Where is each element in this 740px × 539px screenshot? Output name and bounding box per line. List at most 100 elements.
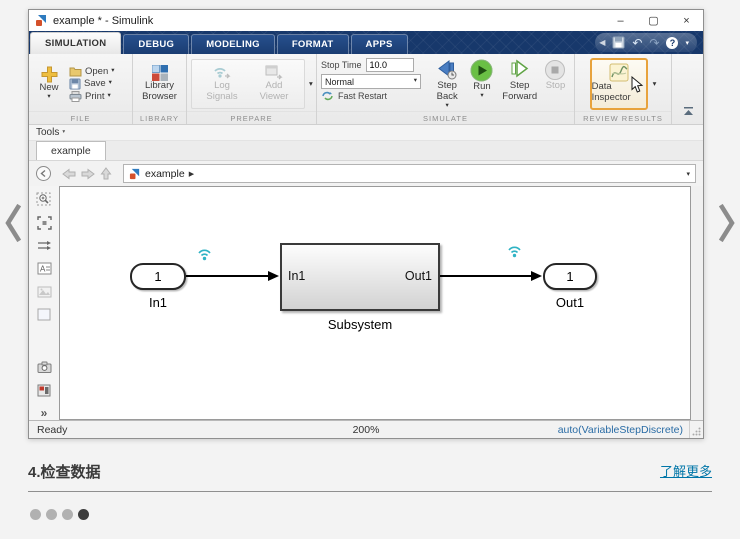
step-forward-button[interactable]: Step Forward: [498, 58, 541, 104]
ribbon-group-file: New ▾ Open ▾ Save ▾ Print ▾ FILE: [29, 54, 133, 124]
area-box-icon[interactable]: [36, 308, 53, 322]
window-controls: – ▢ ×: [604, 10, 703, 31]
fit-to-view-icon[interactable]: [36, 216, 53, 230]
stop-time-label: Stop Time: [321, 60, 362, 70]
save-button[interactable]: Save ▾: [67, 77, 117, 90]
inport-block-label[interactable]: In1: [118, 295, 198, 310]
simulink-window: example * - Simulink – ▢ × SIMULATION DE…: [28, 9, 704, 439]
outport-block[interactable]: 1: [543, 263, 597, 290]
tools-menu-row: Tools ▾: [29, 125, 703, 141]
help-icon[interactable]: ?: [666, 36, 679, 49]
review-gallery-caret-icon[interactable]: ▾: [653, 80, 657, 88]
open-button[interactable]: Open ▾: [67, 66, 117, 77]
subsystem-outport-label: Out1: [404, 269, 432, 283]
collapse-ribbon-button[interactable]: [683, 103, 694, 121]
step-back-icon: [438, 60, 457, 80]
model-browser-toggle-button[interactable]: [36, 166, 51, 181]
carousel-prev-button[interactable]: [1, 198, 25, 248]
signal-line-1[interactable]: [186, 275, 270, 277]
group-label-library: LIBRARY: [133, 111, 186, 124]
stop-time-input[interactable]: [365, 58, 414, 72]
browser-toggle-icon: [40, 169, 46, 178]
library-browser-button[interactable]: Library Browser: [137, 64, 182, 104]
subsystem-block-label[interactable]: Subsystem: [320, 317, 400, 332]
pagination-dot-3[interactable]: [62, 509, 73, 520]
up-to-parent-button[interactable]: [100, 167, 112, 180]
ribbon-group-review: Data Inspector ▾ REVIEW RESULTS: [575, 54, 672, 124]
group-label-file: FILE: [29, 111, 132, 124]
run-icon: [470, 59, 493, 82]
tab-debug[interactable]: DEBUG: [123, 34, 190, 54]
main-area: A » 1 In1 In1 Out1 Subsystem 1 Out1: [29, 186, 703, 420]
minimize-button[interactable]: –: [604, 10, 637, 31]
new-button[interactable]: New ▾: [33, 65, 65, 101]
ribbon-tabstrip: SIMULATION DEBUG MODELING FORMAT APPS ◀ …: [29, 31, 703, 54]
save-caret-icon: ▾: [108, 79, 112, 87]
quick-access-toolbar: ◀ ↶ ↷ ? ▾: [595, 33, 697, 52]
open-caret-icon: ▾: [111, 66, 115, 74]
mouse-cursor-icon: [631, 75, 643, 93]
caption-divider: [28, 491, 712, 492]
group-label-prepare: PREPARE: [187, 111, 316, 124]
maximize-button[interactable]: ▢: [637, 10, 670, 31]
title-bar: example * - Simulink – ▢ ×: [29, 10, 703, 31]
subsystem-block[interactable]: In1 Out1: [280, 243, 440, 311]
palette-overflow-button[interactable]: »: [36, 406, 53, 420]
ribbon-toolbar: New ▾ Open ▾ Save ▾ Print ▾ FILE Library…: [29, 54, 703, 125]
pagination-dot-1[interactable]: [30, 509, 41, 520]
ribbon-group-library: Library Browser LIBRARY: [133, 54, 187, 124]
annotation-icon[interactable]: A: [36, 262, 53, 276]
tab-simulation[interactable]: SIMULATION: [30, 32, 122, 54]
breadcrumb-model-icon: [129, 168, 140, 179]
redo-icon[interactable]: ↷: [649, 36, 659, 50]
tools-caret-icon: ▾: [62, 128, 66, 135]
pagination-dot-2[interactable]: [46, 509, 57, 520]
breadcrumb-caret-icon[interactable]: ▾: [686, 170, 690, 178]
inport-block[interactable]: 1: [130, 263, 186, 290]
library-browser-icon: [151, 64, 168, 81]
signal-routing-icon[interactable]: [36, 239, 53, 253]
tab-modeling[interactable]: MODELING: [191, 34, 275, 54]
learn-more-link[interactable]: 了解更多: [660, 461, 712, 480]
qat-caret-icon[interactable]: ▾: [685, 39, 689, 47]
stop-icon: [545, 60, 566, 80]
stop-button[interactable]: Stop: [541, 58, 570, 93]
data-inspector-button[interactable]: Data Inspector: [589, 57, 648, 110]
tab-format[interactable]: FORMAT: [276, 34, 349, 54]
status-solver-link[interactable]: auto(VariableStepDiscrete): [558, 424, 689, 436]
outport-block-label[interactable]: Out1: [530, 295, 610, 310]
tools-menu[interactable]: Tools: [36, 127, 59, 138]
add-viewer-button[interactable]: Add Viewer: [248, 63, 300, 104]
undo-icon[interactable]: ↶: [632, 36, 642, 50]
fast-restart-toggle[interactable]: Fast Restart: [321, 91, 423, 101]
carousel-next-button[interactable]: [715, 198, 739, 248]
back-button[interactable]: [62, 168, 76, 180]
tab-apps[interactable]: APPS: [350, 34, 408, 54]
run-button[interactable]: Run ▾: [466, 58, 499, 100]
signal-logging-badge-icon: [508, 246, 521, 258]
simulation-mode-select[interactable]: Normal ▾: [321, 74, 421, 89]
prepare-gallery-caret-icon[interactable]: ▾: [309, 80, 313, 88]
breadcrumb[interactable]: example ▶ ▾: [123, 164, 696, 183]
print-button[interactable]: Print ▾: [67, 90, 117, 102]
pagination-dot-4[interactable]: [78, 509, 89, 520]
log-signals-button[interactable]: Log Signals: [196, 63, 248, 104]
forward-button[interactable]: [81, 168, 95, 180]
breadcrumb-model-name: example: [145, 167, 185, 180]
image-annotation-icon[interactable]: [36, 285, 53, 299]
step-back-button[interactable]: Step Back ▾: [429, 58, 466, 110]
run-caret-icon: ▾: [480, 91, 484, 99]
left-palette: A »: [29, 186, 59, 420]
signal-arrowhead-1: [268, 271, 279, 281]
close-button[interactable]: ×: [670, 10, 703, 31]
viewmarks-icon[interactable]: [36, 383, 53, 397]
document-tab-example[interactable]: example: [36, 141, 106, 160]
save-icon[interactable]: [612, 36, 625, 49]
group-label-review: REVIEW RESULTS: [575, 111, 671, 124]
zoom-region-icon[interactable]: [36, 192, 53, 207]
ribbon-group-prepare: Log Signals Add Viewer ▾ PREPARE: [187, 54, 317, 124]
qat-notch-icon: ◀: [599, 38, 606, 47]
signal-line-2[interactable]: [440, 275, 532, 277]
screenshot-camera-icon[interactable]: [36, 360, 53, 374]
model-canvas[interactable]: 1 In1 In1 Out1 Subsystem 1 Out1: [59, 186, 691, 420]
